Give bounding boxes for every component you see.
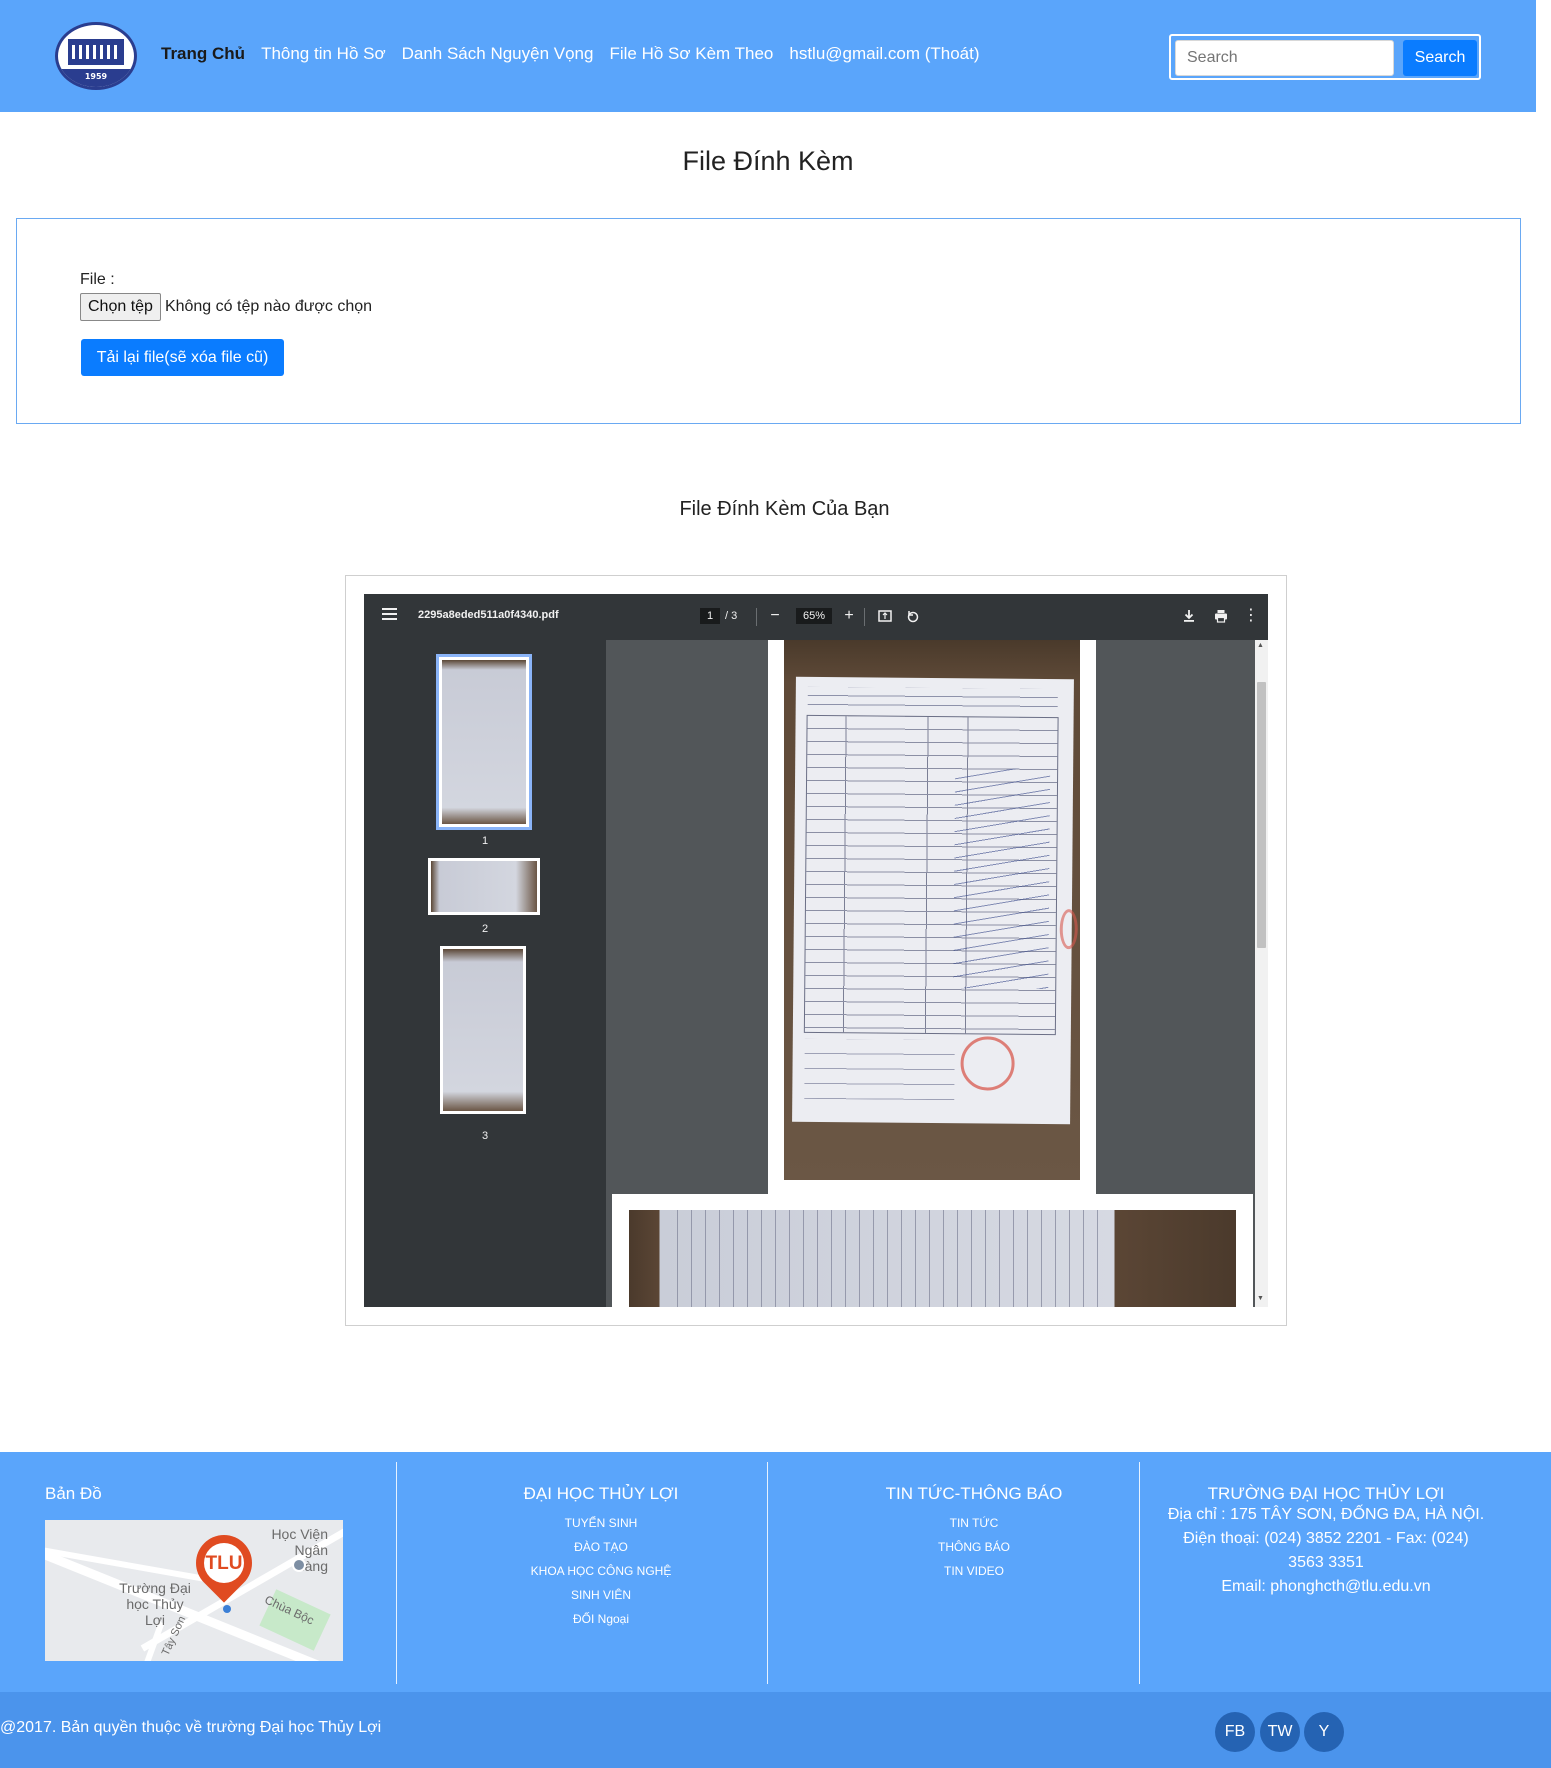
zoom-out-icon[interactable]: −	[766, 605, 784, 627]
fit-page-icon[interactable]	[876, 605, 894, 630]
university-logo[interactable]: 1959	[55, 22, 137, 90]
file-status-text: Không có tệp nào được chọn	[164, 298, 373, 315]
nav-link-logout[interactable]: hstlu@gmail.com (Thoát)	[789, 44, 979, 64]
footer-col-news-title: TIN TỨC-THÔNG BÁO	[885, 1484, 1063, 1503]
pdf-scrollbar[interactable]: ▲ ▼	[1255, 640, 1268, 1307]
youtube-button[interactable]: Y	[1304, 1712, 1344, 1752]
rotate-icon[interactable]	[904, 605, 922, 630]
pdf-toolbar: 2295a8eded511a0f4340.pdf 1 / 3 − 65% + ⋮	[364, 594, 1268, 640]
facebook-button[interactable]: FB	[1215, 1712, 1255, 1752]
nav-links: Trang Chủ Thông tin Hồ Sơ Danh Sách Nguy…	[161, 44, 996, 64]
current-page-input[interactable]: 1	[700, 608, 720, 624]
file-label: File :	[80, 271, 115, 288]
bottom-bar: @2017. Bản quyền thuộc về trường Đại học…	[0, 1692, 1551, 1768]
map-poi-icon	[292, 1558, 306, 1572]
footer-link-external-relations[interactable]: ĐỐI Ngoại	[396, 1612, 806, 1626]
download-icon[interactable]	[1180, 605, 1198, 630]
thumbnail-page-3[interactable]	[440, 946, 526, 1114]
map-pin-label: TLU	[205, 1553, 243, 1574]
search-button[interactable]: Search	[1403, 40, 1477, 76]
attached-files-title: File Đính Kèm Của Bạn	[679, 498, 890, 520]
page-indicator: 1 / 3	[700, 608, 737, 624]
page-title: File Đính Kèm	[682, 146, 854, 176]
copyright-text: @2017. Bản quyền thuộc về trường Đại học…	[0, 1719, 382, 1736]
pdf-document-area[interactable]: ▲ ▼	[606, 640, 1268, 1307]
print-icon[interactable]	[1212, 605, 1230, 630]
reupload-file-button[interactable]: Tải lại file(sẽ xóa file cũ)	[81, 339, 284, 376]
page-separator: /	[725, 610, 729, 622]
pdf-embed-frame: 2295a8eded511a0f4340.pdf 1 / 3 − 65% + ⋮…	[345, 575, 1287, 1326]
thumbnail-label-1: 1	[481, 835, 489, 847]
navbar: 1959 Trang Chủ Thông tin Hồ Sơ Danh Sách…	[0, 0, 1536, 112]
scroll-thumb[interactable]	[1257, 682, 1266, 948]
footer: Bản Đồ Học Viện Ngân Hàng Trường Đại học…	[0, 1452, 1551, 1692]
nav-link-home[interactable]: Trang Chủ	[161, 44, 245, 64]
pdf-viewer: 2295a8eded511a0f4340.pdf 1 / 3 − 65% + ⋮…	[364, 594, 1268, 1307]
footer-phone: Điện thoại: (024) 3852 2201 - Fax: (024)…	[1183, 1530, 1469, 1571]
pdf-page-2	[612, 1194, 1253, 1307]
logo-building-emblem	[68, 39, 124, 65]
scroll-up-arrow-icon[interactable]: ▲	[1257, 642, 1264, 649]
logo-year: 1959	[84, 72, 108, 81]
thumbnail-page-2[interactable]	[428, 858, 540, 915]
nav-link-wish-list[interactable]: Danh Sách Nguyện Vọng	[402, 44, 594, 64]
nav-link-profile-info[interactable]: Thông tin Hồ Sơ	[261, 44, 386, 64]
thumbnail-page-1[interactable]	[436, 654, 532, 830]
thumbnail-label-2: 2	[481, 923, 489, 935]
search-form: Search	[1169, 34, 1481, 80]
footer-col-university-title: ĐẠI HỌC THỦY LỢI	[523, 1484, 679, 1503]
sidebar-menu-icon[interactable]	[382, 608, 397, 620]
scroll-down-arrow-icon[interactable]: ▼	[1257, 1295, 1264, 1302]
footer-email[interactable]: Email: phonghcth@tlu.edu.vn	[1164, 1575, 1488, 1599]
total-pages: 3	[731, 610, 738, 622]
footer-link-announcements[interactable]: THÔNG BÁO	[767, 1540, 1181, 1554]
zoom-level[interactable]: 65%	[796, 608, 832, 624]
file-input: Chọn tệp Không có tệp nào được chọn	[80, 293, 372, 321]
thumbnail-sidebar: 1 2 3	[364, 640, 606, 1307]
nav-link-attached-files[interactable]: File Hồ Sơ Kèm Theo	[609, 44, 773, 64]
pdf-page-1	[768, 640, 1096, 1194]
choose-file-button[interactable]: Chọn tệp	[80, 293, 161, 321]
scanned-document-image-rotated	[629, 1210, 1236, 1307]
campus-map[interactable]: Học Viện Ngân Hàng Trường Đại học Thủy L…	[45, 1520, 343, 1661]
upload-panel: File : Chọn tệp Không có tệp nào được ch…	[16, 218, 1521, 424]
map-title: Bản Đồ	[45, 1484, 102, 1503]
footer-link-training[interactable]: ĐÀO TẠO	[396, 1540, 806, 1554]
footer-link-students[interactable]: SINH VIÊN	[396, 1588, 806, 1602]
footer-link-video-news[interactable]: TIN VIDEO	[767, 1564, 1181, 1578]
zoom-in-icon[interactable]: +	[840, 605, 858, 627]
more-options-icon[interactable]: ⋮	[1242, 605, 1260, 627]
footer-col-contact-title: TRƯỜNG ĐẠI HỌC THỦY LỢI	[1207, 1484, 1445, 1503]
search-input[interactable]	[1175, 40, 1394, 76]
footer-link-admissions[interactable]: TUYỂN SINH	[396, 1516, 806, 1530]
footer-link-science-tech[interactable]: KHOA HỌC CÔNG NGHỆ	[396, 1564, 806, 1578]
footer-link-news[interactable]: TIN TỨC	[767, 1516, 1181, 1530]
footer-address: Địa chỉ : 175 TÂY SƠN, ĐỐNG ĐA, HÀ NỘI.	[1167, 1506, 1485, 1523]
scanned-document-image	[784, 640, 1080, 1180]
thumbnail-label-3: 3	[481, 1130, 489, 1142]
pdf-filename: 2295a8eded511a0f4340.pdf	[418, 609, 559, 621]
map-location-dot-icon	[223, 1605, 231, 1613]
twitter-button[interactable]: TW	[1260, 1712, 1300, 1752]
